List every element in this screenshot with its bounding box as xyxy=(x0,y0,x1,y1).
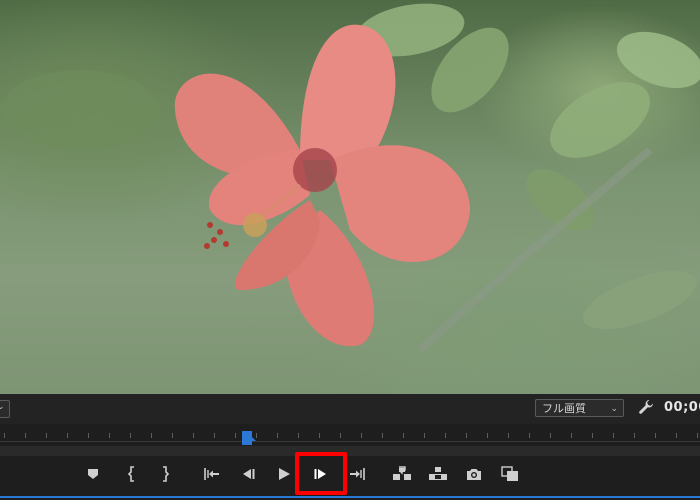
zoom-level-dropdown[interactable]: ⌄ xyxy=(0,400,10,418)
mark-in-icon xyxy=(127,466,134,482)
ruler-tick xyxy=(172,433,173,438)
ruler-tick xyxy=(319,433,320,438)
chevron-down-icon: ⌄ xyxy=(0,402,5,412)
ruler-tick xyxy=(25,433,26,438)
ruler-tick xyxy=(4,433,5,438)
ruler-tick xyxy=(445,433,446,438)
settings-wrench-icon[interactable] xyxy=(637,398,655,416)
ruler-tick xyxy=(130,433,131,438)
ruler-tick xyxy=(256,433,257,438)
go-to-out-button[interactable] xyxy=(344,462,370,486)
ruler-tick xyxy=(88,433,89,438)
hibiscus-flower-image xyxy=(0,3,700,353)
ruler-tick xyxy=(361,433,362,438)
ruler-tick xyxy=(487,433,488,438)
ruler-tick xyxy=(634,433,635,438)
add-marker-button[interactable] xyxy=(80,462,106,486)
playback-resolution-value: フル画質 xyxy=(542,402,586,415)
playhead-timecode[interactable]: 00;00 xyxy=(664,400,700,415)
ruler-tick xyxy=(235,433,236,438)
ruler-tick xyxy=(109,433,110,438)
camera-icon xyxy=(467,469,481,480)
ruler-tick xyxy=(676,433,677,438)
ruler-tick xyxy=(340,433,341,438)
chevron-down-icon: ⌄ xyxy=(610,404,618,414)
ruler-tick xyxy=(466,433,467,438)
ruler-tick xyxy=(277,433,278,438)
navigator-bar[interactable] xyxy=(0,446,700,456)
play-icon xyxy=(279,468,290,480)
ruler-tick xyxy=(529,433,530,438)
playhead-marker[interactable] xyxy=(242,430,256,445)
overwrite-icon xyxy=(429,467,447,480)
time-ruler[interactable] xyxy=(0,424,700,446)
ruler-tick xyxy=(403,433,404,438)
ruler-tick xyxy=(571,433,572,438)
go-to-out-icon xyxy=(350,468,365,480)
playback-resolution-select[interactable]: フル画質 ⌄ xyxy=(535,399,624,417)
program-monitor-video xyxy=(0,0,700,394)
ruler-baseline xyxy=(0,441,700,442)
compare-icon xyxy=(501,466,518,481)
ruler-tick xyxy=(298,433,299,438)
ruler-tick xyxy=(592,433,593,438)
ruler-tick xyxy=(508,433,509,438)
overwrite-button[interactable] xyxy=(425,462,451,486)
compare-view-button[interactable] xyxy=(497,462,523,486)
panel-focus-line xyxy=(0,496,700,498)
ruler-tick xyxy=(697,433,698,438)
go-to-in-icon xyxy=(204,468,219,480)
ruler-tick xyxy=(655,433,656,438)
ruler-tick xyxy=(613,433,614,438)
ruler-tick xyxy=(151,433,152,438)
ruler-tick xyxy=(382,433,383,438)
ruler-tick xyxy=(67,433,68,438)
export-frame-button[interactable] xyxy=(461,462,487,486)
play-button[interactable] xyxy=(271,462,297,486)
step-back-button[interactable] xyxy=(235,462,261,486)
go-to-in-button[interactable] xyxy=(199,462,225,486)
ruler-tick xyxy=(193,433,194,438)
ruler-tick xyxy=(424,433,425,438)
highlight-box xyxy=(295,452,347,495)
insert-icon xyxy=(393,466,411,480)
insert-button[interactable] xyxy=(389,462,415,486)
mark-in-button[interactable] xyxy=(119,462,145,486)
step-back-icon xyxy=(243,469,255,479)
ruler-tick xyxy=(46,433,47,438)
ruler-tick xyxy=(550,433,551,438)
marker-icon xyxy=(88,469,98,479)
mark-out-icon xyxy=(163,466,170,482)
mark-out-button[interactable] xyxy=(152,462,178,486)
ruler-tick xyxy=(214,433,215,438)
